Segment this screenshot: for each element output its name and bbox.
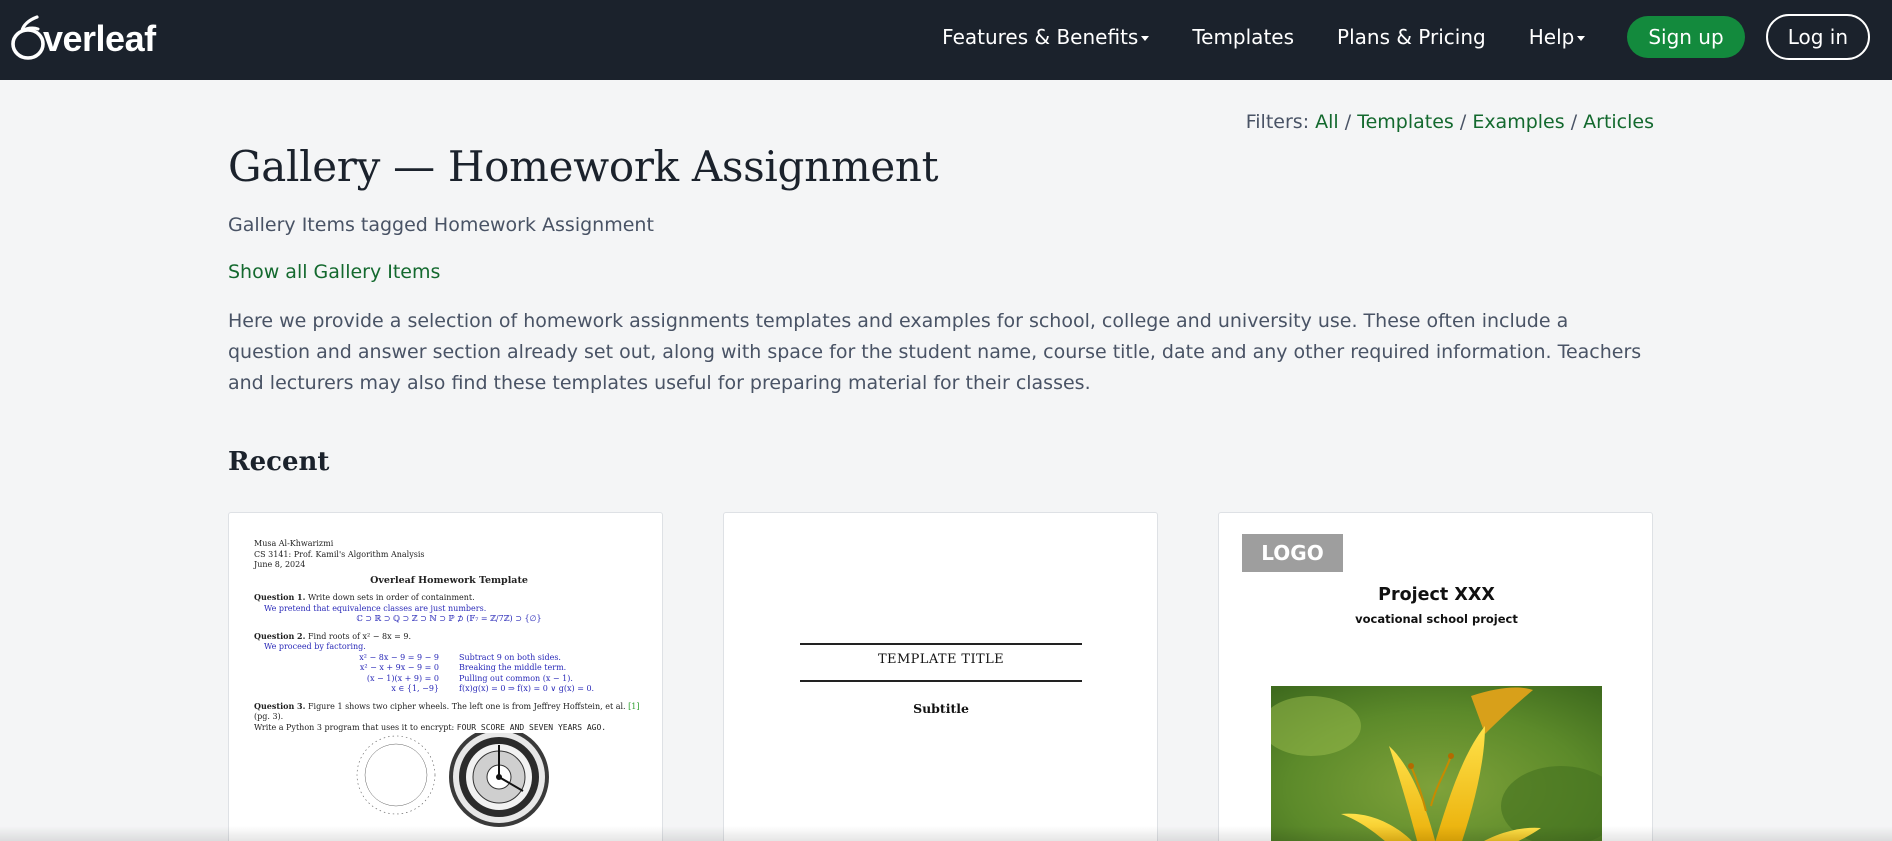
filter-examples-link[interactable]: Examples — [1472, 111, 1564, 133]
nav-templates-label: Templates — [1192, 25, 1295, 49]
q1-label: Question 1. — [254, 592, 306, 602]
page-description: Here we provide a selection of homework … — [228, 310, 1642, 394]
q3-label: Question 3. — [254, 700, 306, 711]
caret-down-icon — [1577, 35, 1586, 41]
gallery-card-template-title[interactable]: TEMPLATE TITLE Subtitle — [723, 512, 1158, 841]
filter-separator: / — [1570, 111, 1578, 133]
preview-template-subtitle: Subtitle — [913, 701, 969, 716]
q2-text: Find roots of x² − 8x = 9. — [307, 631, 412, 641]
step-lhs: (x − 1)(x + 9) = 0 — [366, 673, 439, 683]
preview-project-title: Project XXX — [1378, 585, 1495, 605]
login-button[interactable]: Log in — [1765, 14, 1870, 60]
step-rhs: Pulling out common (x − 1). — [459, 673, 573, 683]
cipher-wheels-figure — [356, 733, 549, 827]
nav-features-benefits[interactable]: Features & Benefits — [942, 25, 1150, 49]
page-subtitle: Gallery Items tagged Homework Assignment — [228, 214, 654, 236]
q1-answer: We pretend that equivalence classes are … — [264, 603, 487, 613]
preview-question-3: Question 3. Figure 1 shows two cipher wh… — [254, 701, 644, 723]
yellow-flower-image — [1271, 686, 1602, 841]
q2-step: x ∈ {1, −9} f(x)g(x) = 0 ⇒ f(x) = 0 ∨ g(… — [254, 684, 644, 695]
recent-section-title: Recent — [228, 447, 330, 477]
show-all-gallery-link[interactable]: Show all Gallery Items — [228, 261, 440, 283]
caret-down-icon — [1141, 35, 1150, 41]
nav-features-label: Features & Benefits — [942, 25, 1139, 49]
preview-date: June 8, 2024 — [254, 560, 306, 569]
q3-citation: [1] — [628, 701, 640, 711]
step-lhs: x ∈ {1, −9} — [391, 684, 439, 693]
nav-help[interactable]: Help — [1529, 25, 1586, 49]
q1-math: ℂ ⊃ ℝ ⊃ ℚ ⊃ ℤ ⊃ ℕ ⊃ ℙ ⊅ (𝔽₇ = ℤ/7ℤ) ⊃ {∅… — [356, 614, 542, 623]
preview-question-1: Question 1. Write down sets in order of … — [254, 592, 644, 604]
signup-button[interactable]: Sign up — [1627, 16, 1745, 58]
top-navbar: verleaf Features & Benefits Templates Pl… — [0, 0, 1892, 80]
preview-author: Musa Al-Khwarizmi — [254, 539, 334, 548]
overleaf-leaf-icon — [9, 14, 49, 60]
nav-help-label: Help — [1528, 25, 1575, 49]
preview-doc-title: Overleaf Homework Template — [370, 574, 528, 586]
q3-instruction-text: Write a Python 3 program that uses it to… — [254, 722, 455, 732]
cipher-wheel-right — [449, 733, 549, 827]
nav-templates[interactable]: Templates — [1192, 25, 1294, 49]
preview-template-title: TEMPLATE TITLE — [877, 652, 1005, 667]
gallery-card-homework-template[interactable]: Musa Al-Khwarizmi CS 3141: Prof. Kamil's… — [228, 512, 663, 841]
q3-text: Figure 1 shows two cipher wheels. The le… — [307, 701, 626, 711]
q1-text: Write down sets in order of containment. — [307, 593, 475, 602]
q2-step: x² − 8x − 9 = 9 − 9 Subtract 9 on both s… — [254, 653, 644, 664]
overleaf-logo[interactable]: verleaf — [9, 13, 156, 61]
filter-all-link[interactable]: All — [1315, 111, 1339, 133]
nav-menu: Features & Benefits Templates Plans & Pr… — [942, 14, 1870, 60]
q2-step: x² − x + 9x − 9 = 0 Breaking the middle … — [254, 663, 644, 674]
filter-separator: / — [1459, 111, 1467, 133]
preview-logo-placeholder: LOGO — [1242, 534, 1343, 572]
q3-instruction: Write a Python 3 program that uses it to… — [254, 723, 644, 734]
step-rhs: Breaking the middle term. — [459, 663, 567, 672]
q2-label: Question 2. — [254, 630, 306, 641]
q3-text-page: (pg. 3). — [254, 712, 284, 721]
title-rule-top — [800, 643, 1082, 645]
filter-articles-link[interactable]: Articles — [1583, 111, 1654, 133]
step-lhs: x² − 8x − 9 = 9 − 9 — [359, 652, 439, 662]
q2-answer: We proceed by factoring. — [264, 642, 366, 651]
q2-step: (x − 1)(x + 9) = 0 Pulling out common (x… — [254, 674, 644, 685]
filters-label: Filters: — [1245, 111, 1310, 133]
gallery-card-vocational-project[interactable]: LOGO Project XXX vocational school proje… — [1218, 512, 1653, 841]
step-lhs: x² − x + 9x − 9 = 0 — [359, 663, 439, 672]
nav-plans-pricing[interactable]: Plans & Pricing — [1337, 25, 1486, 49]
card-preview-document: Musa Al-Khwarizmi CS 3141: Prof. Kamil's… — [254, 539, 644, 733]
cipher-wheel-left — [356, 735, 436, 815]
title-rule-bottom — [800, 680, 1082, 682]
filter-separator: / — [1344, 111, 1352, 133]
preview-project-subtitle: vocational school project — [1355, 612, 1518, 626]
step-rhs: f(x)g(x) = 0 ⇒ f(x) = 0 ∨ g(x) = 0. — [459, 684, 595, 693]
q3-plaintext: FOUR SCORE AND SEVEN YEARS AGO. — [456, 722, 607, 732]
filter-templates-link[interactable]: Templates — [1357, 111, 1454, 133]
nav-plans-label: Plans & Pricing — [1337, 25, 1486, 49]
preview-course: CS 3141: Prof. Kamil's Algorithm Analysi… — [254, 549, 425, 559]
preview-question-2: Question 2. Find roots of x² − 8x = 9. — [254, 631, 644, 643]
logo-wordmark: verleaf — [43, 18, 156, 59]
page-title: Gallery — Homework Assignment — [228, 142, 939, 191]
gallery-filters: Filters: All / Templates / Examples / Ar… — [1246, 111, 1654, 133]
step-rhs: Subtract 9 on both sides. — [459, 652, 561, 662]
